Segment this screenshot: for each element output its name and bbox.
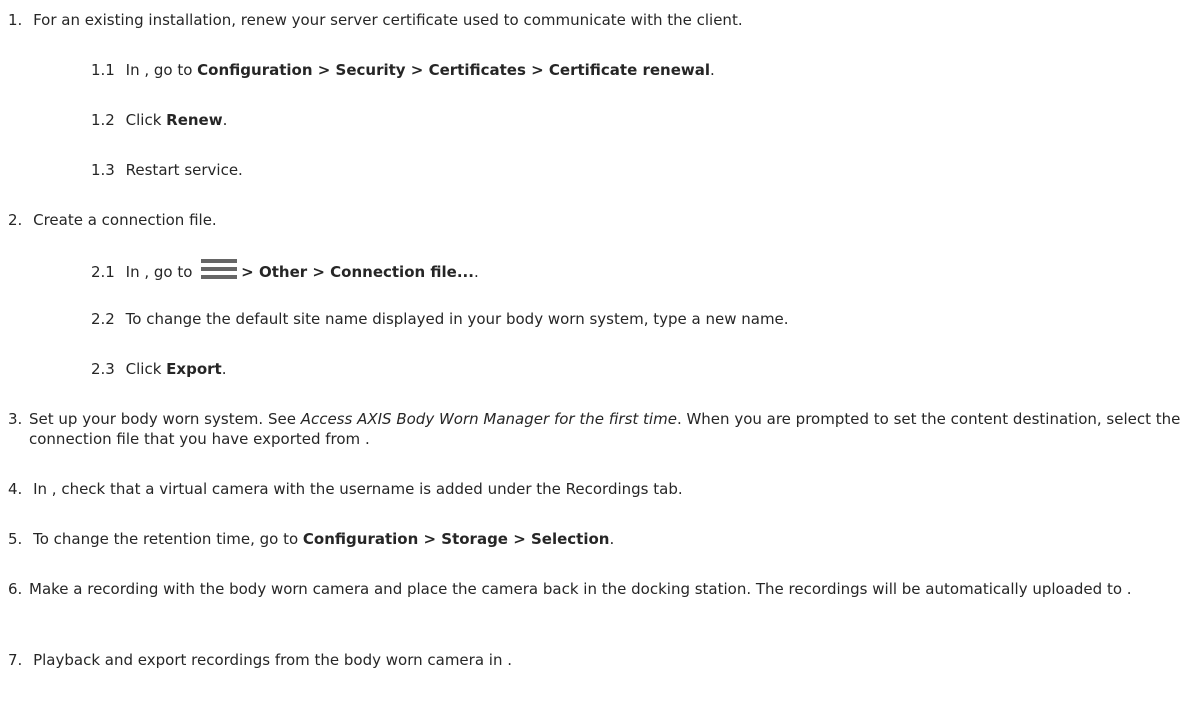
substep-1-2: 1.2 Click Renew. [91,111,228,129]
step-5: 5. To change the retention time, go to C… [8,530,615,548]
instructions-document: 1. For an existing installation, renew y… [8,11,1181,669]
substep-1-1: 1.1 In , go to Configuration > Security … [91,61,715,79]
step-1: 1. For an existing installation, renew y… [8,11,743,29]
substep-2-1: 2.1 In , go to > Other > Connection file… [91,259,479,282]
step-7: 7. Playback and export recordings from t… [8,651,512,669]
step-2: 2. Create a connection file. [8,211,217,229]
step-4: 4. In , check that a virtual camera with… [8,480,683,498]
substep-2-3: 2.3 Click Export. [91,360,227,378]
substep-2-2: 2.2 To change the default site name disp… [91,310,789,328]
doc-link[interactable]: Access AXIS Body Worn Manager for the fi… [301,410,677,428]
hamburger-menu-icon [201,259,238,279]
substep-1-3: 1.3 Restart service. [91,161,243,179]
